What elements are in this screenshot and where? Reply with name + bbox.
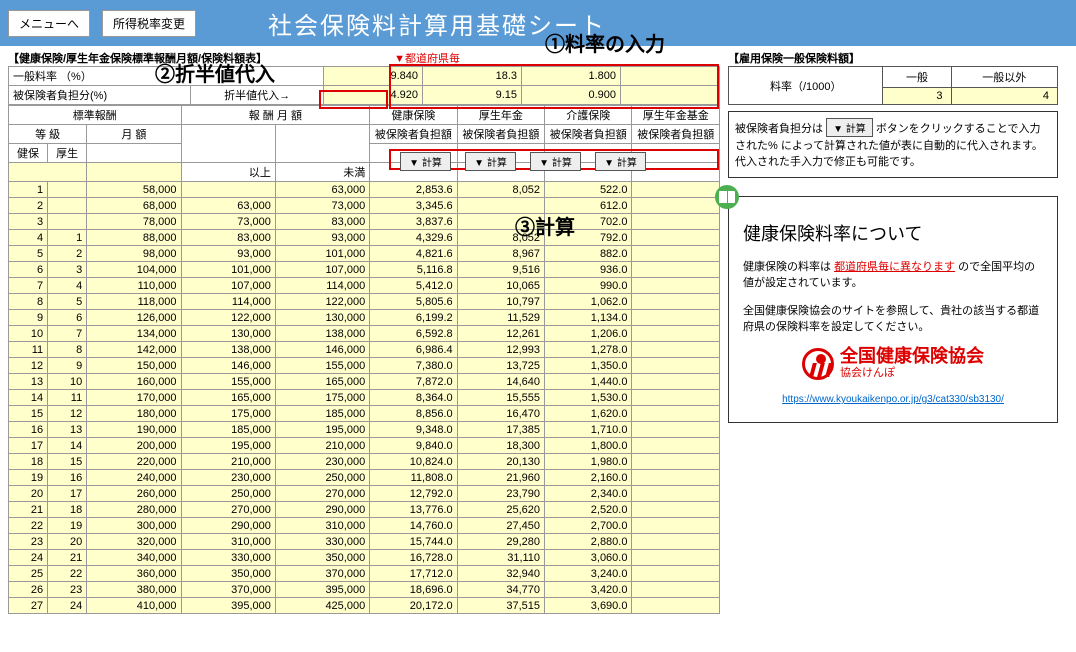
- kenpo-mark-icon: [802, 348, 834, 380]
- info-title: 健康保険料率について: [743, 221, 1043, 248]
- val-general[interactable]: 3: [883, 88, 951, 105]
- table-row: 1815220,000210,000230,00010,824.020,1301…: [9, 454, 720, 470]
- table-row: 118142,000138,000146,0006,986.412,9931,2…: [9, 342, 720, 358]
- tax-rate-change-button[interactable]: 所得税率変更: [102, 10, 196, 37]
- info-p2: 全国健康保険協会のサイトを参照して、貴社の該当する都道府県の保険料率を設定してく…: [743, 303, 1043, 336]
- rate-pension[interactable]: 18.3: [423, 67, 522, 86]
- emp-ins-title: 【雇用保険一般保険料額】: [728, 50, 1058, 66]
- table-row: 2118280,000270,000290,00013,776.025,6202…: [9, 502, 720, 518]
- hdr-share-1: 被保険者負担額: [370, 125, 457, 144]
- table-row: 2724410,000395,000425,00020,172.037,5153…: [9, 598, 720, 614]
- menu-button[interactable]: メニューへ: [8, 10, 90, 37]
- table-row: 1411170,000165,000175,0008,364.015,5551,…: [9, 390, 720, 406]
- kenpo-name: 全国健康保険協会: [840, 347, 984, 365]
- hdr-non-general: 一般以外: [951, 67, 1057, 88]
- share-pension[interactable]: 9.15: [423, 86, 522, 105]
- hdr-share-4: 被保険者負担額: [632, 125, 720, 144]
- header-bar: メニューへ 所得税率変更 社会保険料計算用基礎シート: [0, 0, 1076, 46]
- share-care[interactable]: 0.900: [522, 86, 621, 105]
- share-fund[interactable]: [621, 86, 720, 105]
- table-row: 1613190,000185,000195,0009,348.017,3851,…: [9, 422, 720, 438]
- table-row: 74110,000107,000114,0005,412.010,065990.…: [9, 278, 720, 294]
- rate-health[interactable]: 9.840: [324, 67, 423, 86]
- hdr-fund: 厚生年金基金: [632, 106, 720, 125]
- table-row: 96126,000122,000130,0006,199.211,5291,13…: [9, 310, 720, 326]
- table-row: 1916240,000230,000250,00011,808.021,9602…: [9, 470, 720, 486]
- hdr-kousei: 厚生: [48, 144, 87, 163]
- table-row: 1310160,000155,000165,0007,872.014,6401,…: [9, 374, 720, 390]
- hdr-monthly-pay: 報 酬 月 額: [181, 106, 370, 125]
- hdr-miman-cell: 未満: [275, 163, 369, 182]
- calc-buttons-row: ▼ 計算 ▼ 計算 ▼ 計算 ▼ 計算: [393, 152, 653, 171]
- table-row: 85118,000114,000122,0005,805.610,7971,06…: [9, 294, 720, 310]
- desc-box: 被保険者負担分は ▼ 計算 ボタンをクリックすることで入力された% によって計算…: [728, 111, 1058, 178]
- book-icon: [715, 185, 739, 209]
- rate-care[interactable]: 1.800: [522, 67, 621, 86]
- table-row: 2623380,000370,000395,00018,696.034,7703…: [9, 582, 720, 598]
- desc-text-1: 被保険者負担分は: [735, 123, 823, 135]
- hdr-general: 一般: [883, 67, 951, 88]
- hdr-std-pay: 標準報酬: [9, 106, 182, 125]
- emp-ins-rate-table: 料率（/1000） 一般 一般以外 3 4: [728, 66, 1058, 105]
- left-section-title: 【健康保険/厚生年金保険標準報酬月額/保険料額表】: [8, 50, 267, 66]
- rate-fund[interactable]: [621, 67, 720, 86]
- rate-label: 料率（/1000）: [729, 67, 883, 105]
- table-row: 5298,00093,000101,0004,821.68,967882.0: [9, 246, 720, 262]
- hdr-share-3: 被保険者負担額: [545, 125, 632, 144]
- calc-button-health[interactable]: ▼ 計算: [400, 152, 451, 171]
- calc-button-pension[interactable]: ▼ 計算: [465, 152, 516, 171]
- table-row: 4188,00083,00093,0004,329.68,052792.0: [9, 230, 720, 246]
- table-row: 158,00063,0002,853.68,052522.0: [9, 182, 720, 198]
- info-link-pref: 都道府県毎に異なります: [834, 261, 955, 273]
- table-row: 268,00063,00073,0003,345.6612.0: [9, 198, 720, 214]
- table-row: 2421340,000330,000350,00016,728.031,1103…: [9, 550, 720, 566]
- calc-button-care[interactable]: ▼ 計算: [530, 152, 581, 171]
- table-row: 1512180,000175,000185,0008,856.016,4701,…: [9, 406, 720, 422]
- calc-button-fund[interactable]: ▼ 計算: [595, 152, 646, 171]
- table-row: 129150,000146,000155,0007,380.013,7251,3…: [9, 358, 720, 374]
- kenpo-sub: 協会けんぽ: [840, 365, 984, 382]
- main-data-table: 標準報酬 報 酬 月 額 健康保険 厚生年金 介護保険 厚生年金基金 等 級 月…: [8, 105, 720, 614]
- table-row: 107134,000130,000138,0006,592.812,2611,2…: [9, 326, 720, 342]
- half-substitute-button[interactable]: 折半値代入→: [191, 86, 324, 105]
- hdr-ijou-cell: 以上: [181, 163, 275, 182]
- table-row: 2522360,000350,000370,00017,712.032,9403…: [9, 566, 720, 582]
- share-health[interactable]: 4.920: [324, 86, 423, 105]
- hdr-grade: 等 級: [9, 125, 87, 144]
- hdr-care: 介護保険: [545, 106, 632, 125]
- val-non-general[interactable]: 4: [951, 88, 1057, 105]
- hdr-kenpo: 健保: [9, 144, 48, 163]
- pref-label: ▼都道府県毎: [394, 50, 460, 66]
- table-row: 378,00073,00083,0003,837.6702.0: [9, 214, 720, 230]
- table-row: 63104,000101,000107,0005,116.89,516936.0: [9, 262, 720, 278]
- hdr-monthly: 月 額: [87, 125, 181, 144]
- table-row: 2017260,000250,000270,00012,792.023,7902…: [9, 486, 720, 502]
- info-box: 健康保険料率について 健康保険の料率は 都道府県毎に異なります ので全国平均の値…: [728, 196, 1058, 423]
- general-rate-label: 一般料率 （%）: [9, 67, 324, 86]
- table-row: 1714200,000195,000210,0009,840.018,3001,…: [9, 438, 720, 454]
- desc-calc-button[interactable]: ▼ 計算: [826, 118, 873, 137]
- kenpo-url[interactable]: https://www.kyoukaikenpo.or.jp/g3/cat330…: [782, 394, 1004, 405]
- info-p1: 健康保険の料率は 都道府県毎に異なります ので全国平均の値が設定されています。: [743, 259, 1043, 292]
- hdr-share-2: 被保険者負担額: [457, 125, 544, 144]
- page-title: 社会保険料計算用基礎シート: [268, 6, 606, 41]
- kenpo-logo: 全国健康保険協会 協会けんぽ: [743, 347, 1043, 382]
- table-row: 2320320,000310,000330,00015,744.029,2802…: [9, 534, 720, 550]
- hdr-pension: 厚生年金: [457, 106, 544, 125]
- hdr-health: 健康保険: [370, 106, 457, 125]
- table-row: 2219300,000290,000310,00014,760.027,4502…: [9, 518, 720, 534]
- insured-share-label: 被保険者負担分(%): [9, 86, 191, 105]
- rate-input-table: 一般料率 （%） 9.840 18.3 1.800 被保険者負担分(%) 折半値…: [8, 66, 720, 105]
